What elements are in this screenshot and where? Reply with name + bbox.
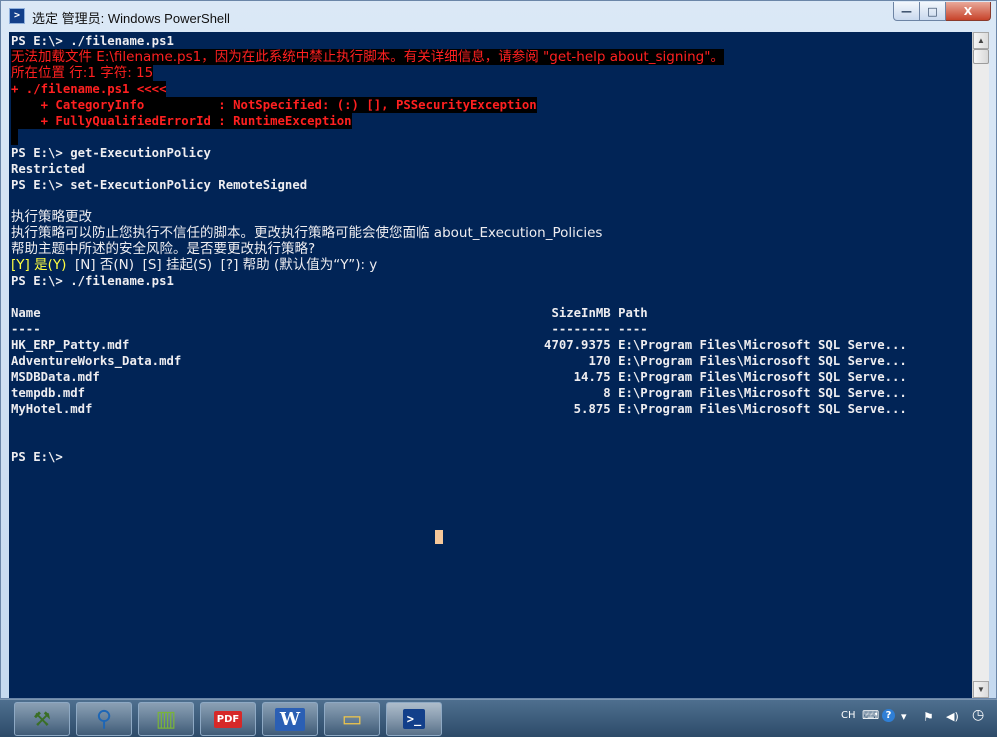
powershell-window: > 选定 管理员: Windows PowerShell — □ X PS E:… — [0, 0, 997, 699]
console-line: PS E:\> get-ExecutionPolicy — [11, 146, 211, 160]
network-tools-icon: ⚒ — [33, 708, 51, 731]
text-cursor — [435, 530, 443, 544]
policy-warning-line: 帮助主题中所述的安全风险。是否要更改执行策略? — [11, 241, 316, 257]
table-row: MyHotel.mdf 5.875 E:\Program Files\Micro… — [11, 402, 907, 416]
title-bar[interactable]: > 选定 管理员: Windows PowerShell — □ X — [1, 1, 996, 32]
pdf-icon: PDF — [213, 710, 243, 728]
volume-icon[interactable]: ◀) — [946, 710, 959, 723]
error-position-line: + ./filename.ps1 <<<< — [11, 81, 167, 97]
taskbar-item-powershell[interactable]: >_ — [386, 702, 442, 736]
vertical-scrollbar[interactable]: ▲ ▼ — [972, 32, 989, 698]
scroll-down-arrow-icon[interactable]: ▼ — [973, 681, 989, 698]
taskbar-item-library[interactable]: ▥ — [138, 702, 194, 736]
error-location-line: 所在位置 行:1 字符: 15 — [11, 65, 154, 81]
search-magnifier-icon: ⚲ — [95, 706, 113, 731]
powershell-icon: >_ — [402, 709, 426, 729]
taskbar-item-search[interactable]: ⚲ — [76, 702, 132, 736]
console-line: PS E:\> ./filename.ps1 — [11, 34, 174, 48]
folder-icon: ▭ — [341, 706, 363, 731]
library-books-icon: ▥ — [155, 706, 177, 731]
policy-prompt-line: [Y] 是(Y) [N] 否(N) [S] 挂起(S) [?] 帮助 (默认值为… — [11, 257, 377, 273]
system-tray: CH ⌨ ? ▾ ⚑ ◀) ◷ — [832, 700, 997, 737]
window-title: 选定 管理员: Windows PowerShell — [32, 11, 230, 26]
table-row: AdventureWorks_Data.mdf 170 E:\Program F… — [11, 354, 907, 368]
policy-warning-line: 执行策略可以防止您执行不信任的脚本。更改执行策略可能会使您面临 about_Ex… — [11, 225, 603, 241]
caption-buttons: — □ X — [893, 2, 991, 22]
taskbar-item-pdf[interactable]: PDF — [200, 702, 256, 736]
taskbar-item-word[interactable]: W — [262, 702, 318, 736]
console-line: PS E:\> set-ExecutionPolicy RemoteSigned — [11, 178, 308, 192]
table-header: Name SizeInMB Path — [11, 306, 648, 320]
console-line: PS E:\> ./filename.ps1 — [11, 274, 174, 288]
table-row: tempdb.mdf 8 E:\Program Files\Microsoft … — [11, 386, 907, 400]
console-output[interactable]: PS E:\> ./filename.ps1 无法加载文件 E:\filenam… — [9, 32, 972, 698]
table-row: HK_ERP_Patty.mdf 4707.9375 E:\Program Fi… — [11, 338, 907, 352]
language-indicator[interactable]: CH — [841, 710, 856, 721]
error-category-line: + CategoryInfo : NotSpecified: (:) [], P… — [11, 97, 537, 113]
close-button[interactable]: X — [946, 2, 991, 21]
default-choice-yes: [Y] 是(Y) — [11, 257, 67, 273]
tray-arrow-icon[interactable]: ▾ — [901, 710, 907, 723]
console-line: Restricted — [11, 162, 86, 176]
maximize-button[interactable]: □ — [920, 2, 946, 21]
word-icon: W — [274, 707, 306, 731]
scrollbar-thumb[interactable] — [973, 49, 989, 64]
taskbar-item-explorer[interactable]: ▭ — [324, 702, 380, 736]
help-icon[interactable]: ? — [882, 709, 895, 722]
table-row: MSDBData.mdf 14.75 E:\Program Files\Micr… — [11, 370, 907, 384]
policy-change-title: 执行策略更改 — [11, 209, 92, 225]
choice-options: [N] 否(N) [S] 挂起(S) [?] 帮助 (默认值为“Y”): y — [66, 257, 378, 273]
scroll-up-arrow-icon[interactable]: ▲ — [973, 32, 989, 49]
action-center-flag-icon[interactable]: ⚑ — [923, 710, 934, 724]
taskbar-item-network-tools[interactable]: ⚒ — [14, 702, 70, 736]
error-message-line: 无法加载文件 E:\filename.ps1，因为在此系统中禁止执行脚本。有关详… — [11, 49, 724, 65]
powershell-title-icon[interactable]: > — [9, 8, 25, 24]
error-blank-line — [11, 129, 19, 145]
taskbar: ⚒ ⚲ ▥ PDF W ▭ >_ CH ⌨ ? ▾ ⚑ ◀) ◷ — [0, 699, 997, 737]
console-prompt: PS E:\> — [11, 450, 63, 464]
keyboard-icon[interactable]: ⌨ — [862, 708, 879, 722]
table-separator: ---- -------- ---- — [11, 322, 648, 336]
minimize-button[interactable]: — — [893, 2, 920, 21]
clock-icon[interactable]: ◷ — [972, 707, 984, 723]
error-id-line: + FullyQualifiedErrorId : RuntimeExcepti… — [11, 113, 352, 129]
